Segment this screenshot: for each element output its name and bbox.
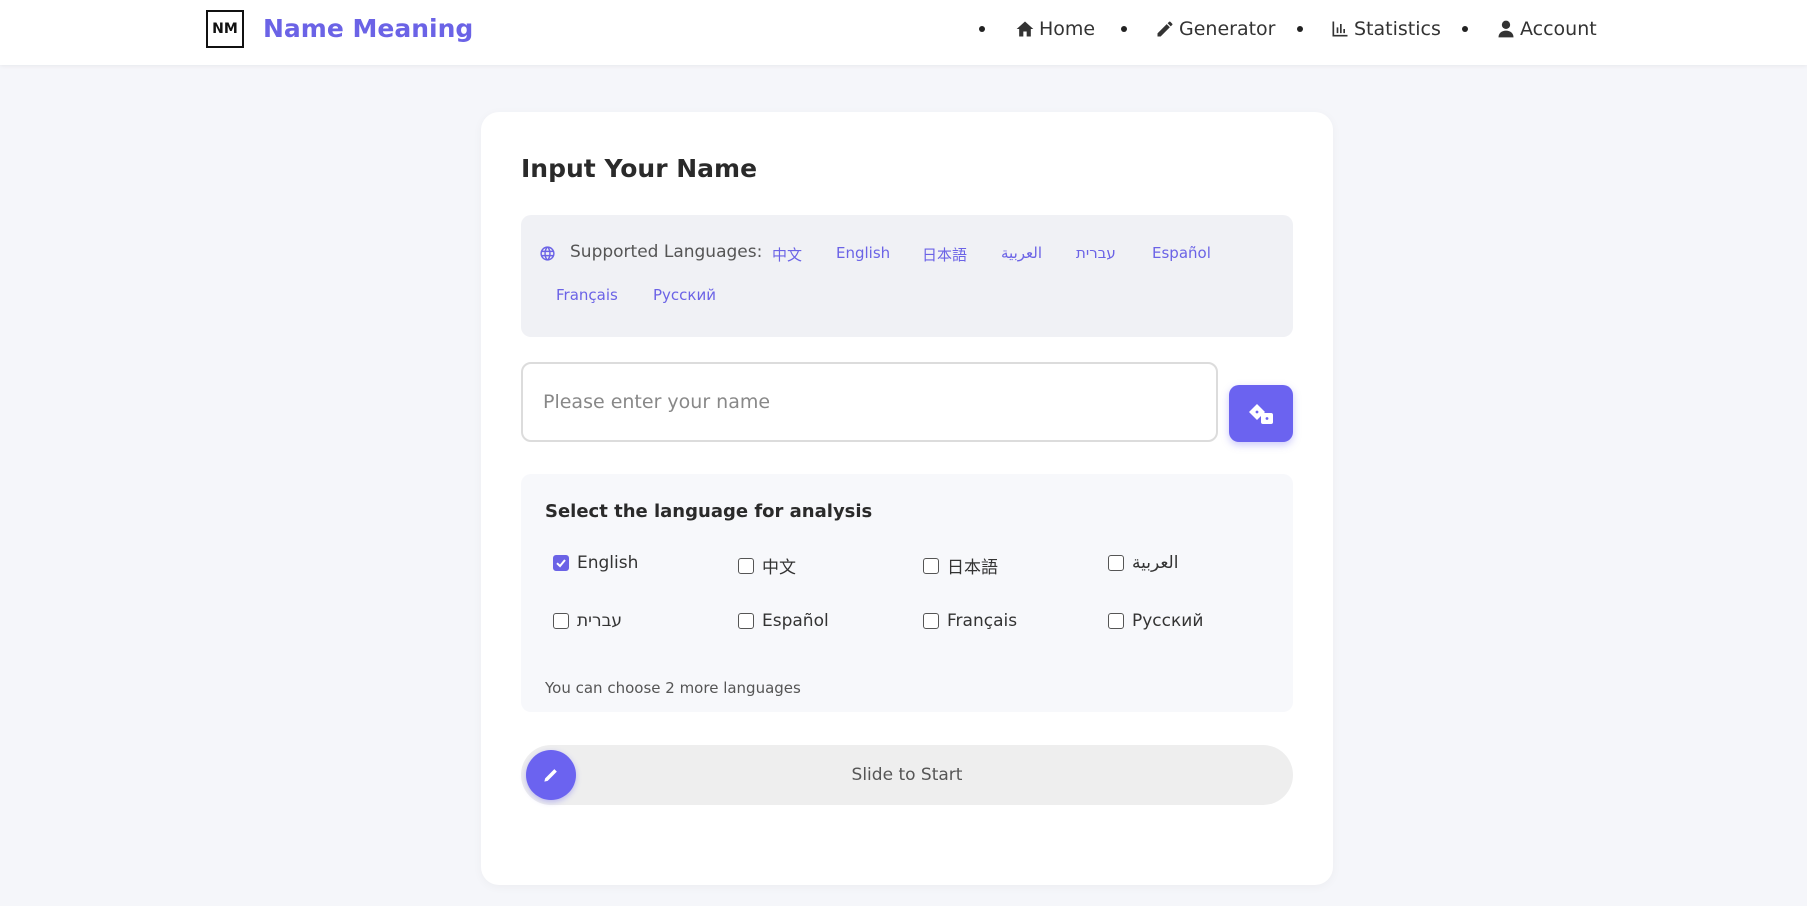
- nav-label: Home: [1039, 18, 1096, 40]
- nav-bullet: [1121, 26, 1127, 32]
- nav-item-home[interactable]: Home: [1015, 18, 1095, 40]
- supported-lang-arabic[interactable]: العربية: [1001, 244, 1042, 262]
- name-input[interactable]: [521, 362, 1218, 442]
- chart-icon: [1332, 21, 1348, 37]
- checkbox-box[interactable]: [1108, 613, 1124, 629]
- checkbox-label: עברית: [577, 611, 623, 631]
- supported-lang-french[interactable]: Français: [556, 286, 618, 304]
- analysis-language-panel: Select the language for analysis English…: [521, 474, 1293, 712]
- user-icon: [1498, 20, 1514, 38]
- supported-lang-english[interactable]: English: [836, 244, 890, 262]
- nav-bullet: [1462, 26, 1468, 32]
- nav-bullet: [979, 26, 985, 32]
- name-input-card: Input Your Name Supported Languages: 中文 …: [481, 112, 1333, 885]
- checkbox-box[interactable]: [553, 613, 569, 629]
- slide-to-start[interactable]: Slide to Start: [521, 745, 1293, 805]
- slider-handle[interactable]: [526, 750, 576, 800]
- checkbox-label: Español: [762, 611, 829, 631]
- checkbox-english[interactable]: English: [553, 553, 638, 573]
- selection-hint: You can choose 2 more languages: [545, 679, 801, 697]
- checkbox-label: Русский: [1132, 611, 1204, 631]
- slider-label: Slide to Start: [851, 765, 963, 785]
- checkbox-label: العربية: [1132, 553, 1179, 573]
- checkbox-label: Français: [947, 611, 1018, 631]
- checkbox-box[interactable]: [738, 613, 754, 629]
- checkbox-japanese[interactable]: 日本語: [923, 553, 998, 578]
- supported-lang-japanese[interactable]: 日本語: [922, 244, 967, 265]
- checkbox-label: 日本語: [947, 558, 998, 578]
- nav-bullet: [1297, 26, 1303, 32]
- pencil-icon: [544, 769, 557, 782]
- supported-lang-hebrew[interactable]: עברית: [1076, 244, 1116, 262]
- checkbox-box[interactable]: [553, 555, 569, 571]
- home-icon: [1016, 21, 1034, 37]
- checkbox-chinese[interactable]: 中文: [738, 553, 796, 578]
- supported-lang-spanish[interactable]: Español: [1152, 244, 1211, 262]
- random-name-button[interactable]: [1229, 385, 1293, 442]
- analysis-language-title: Select the language for analysis: [545, 501, 873, 522]
- checkbox-box[interactable]: [923, 557, 939, 574]
- nav-item-generator[interactable]: Generator: [1155, 18, 1275, 40]
- globe-icon: [539, 245, 556, 262]
- checkbox-russian[interactable]: Русский: [1108, 611, 1203, 631]
- nav-item-account[interactable]: Account: [1496, 18, 1597, 40]
- supported-languages-label: Supported Languages:: [570, 242, 763, 262]
- checkbox-french[interactable]: Français: [923, 611, 1017, 631]
- pencil-icon: [1157, 21, 1173, 37]
- checkbox-label: English: [577, 553, 639, 573]
- brand-title[interactable]: Name Meaning: [263, 14, 473, 43]
- nav-item-statistics[interactable]: Statistics: [1330, 18, 1441, 40]
- logo[interactable]: NM: [206, 10, 244, 48]
- nav-label: Generator: [1179, 18, 1276, 40]
- supported-lang-russian[interactable]: Русский: [653, 286, 716, 304]
- top-navbar: NM Name Meaning Home Generator Statistic…: [0, 0, 1807, 65]
- checkbox-spanish[interactable]: Español: [738, 611, 829, 631]
- nav-label: Account: [1520, 18, 1597, 40]
- checkbox-hebrew[interactable]: עברית: [553, 611, 622, 631]
- checkbox-label: 中文: [762, 558, 796, 578]
- checkbox-box[interactable]: [923, 613, 939, 629]
- nav-label: Statistics: [1354, 18, 1441, 40]
- dice-icon: [1249, 403, 1273, 424]
- checkbox-box[interactable]: [1108, 555, 1124, 571]
- checkbox-arabic[interactable]: العربية: [1108, 553, 1178, 573]
- supported-languages-panel: Supported Languages: 中文 English 日本語 العر…: [521, 215, 1293, 337]
- checkbox-box[interactable]: [738, 557, 754, 574]
- supported-lang-chinese[interactable]: 中文: [772, 244, 802, 265]
- card-title: Input Your Name: [521, 154, 758, 183]
